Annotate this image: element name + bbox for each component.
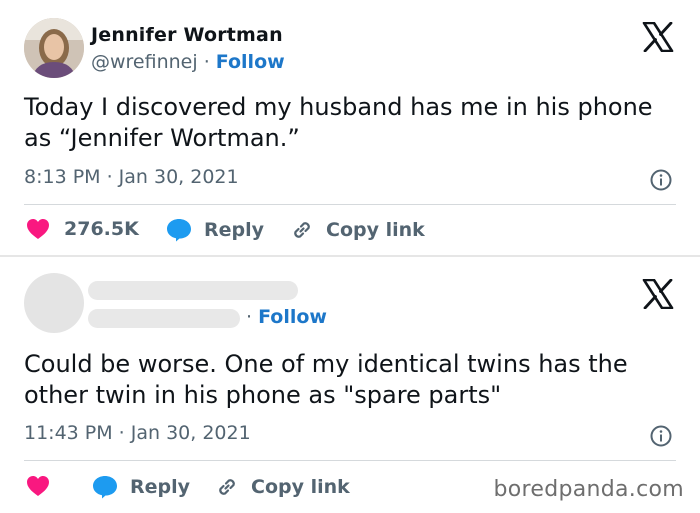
separator-dot: · [246, 306, 259, 328]
like-button[interactable]: 276.5K [26, 218, 139, 240]
reply-label: Reply [130, 476, 191, 498]
redacted-handle [88, 309, 240, 328]
author-name[interactable]: Jennifer Wortman [91, 24, 283, 46]
separator-dot: · [197, 51, 216, 73]
tweet-timestamp[interactable]: 8:13 PM · Jan 30, 2021 [24, 166, 239, 188]
x-logo-icon[interactable] [642, 279, 674, 309]
copy-link-label: Copy link [326, 219, 425, 241]
copy-link-button[interactable]: Copy link [290, 218, 425, 242]
reply-bubble-icon [167, 219, 191, 242]
tweet-text: Today I discovered my husband has me in … [24, 93, 653, 152]
author-handle-line: · Follow [246, 306, 327, 328]
heart-icon [27, 219, 49, 239]
x-logo-icon[interactable] [642, 22, 674, 52]
like-count: 276.5K [64, 218, 139, 240]
reply-bubble-icon [93, 476, 117, 499]
tweet-card-2: · Follow Could be worse. One of my ident… [0, 257, 700, 513]
link-icon [294, 222, 310, 238]
reply-button[interactable]: Reply [166, 218, 264, 242]
copy-link-label: Copy link [251, 476, 350, 498]
follow-button[interactable]: Follow [258, 306, 327, 328]
like-button[interactable] [26, 475, 50, 497]
info-icon[interactable] [650, 169, 672, 191]
watermark: boredpanda.com [493, 477, 684, 502]
tweet-card-1: Jennifer Wortman @wrefinnej · Follow Tod… [0, 0, 700, 255]
redacted-name [88, 281, 298, 300]
heart-icon [27, 476, 49, 496]
link-icon [219, 479, 235, 495]
tweet-timestamp[interactable]: 11:43 PM · Jan 30, 2021 [24, 422, 251, 444]
divider [24, 204, 676, 205]
info-icon[interactable] [650, 425, 672, 447]
reply-label: Reply [204, 219, 265, 241]
tweet-text: Could be worse. One of my identical twin… [24, 350, 628, 409]
author-handle-line: @wrefinnej · Follow [91, 51, 285, 73]
avatar-placeholder[interactable] [24, 273, 84, 333]
avatar-photo [24, 18, 84, 78]
copy-link-button[interactable]: Copy link [215, 475, 350, 499]
follow-button[interactable]: Follow [216, 51, 285, 73]
author-handle[interactable]: @wrefinnej [91, 51, 198, 73]
divider [24, 460, 676, 461]
reply-button[interactable]: Reply [92, 475, 190, 499]
avatar[interactable] [24, 18, 84, 78]
